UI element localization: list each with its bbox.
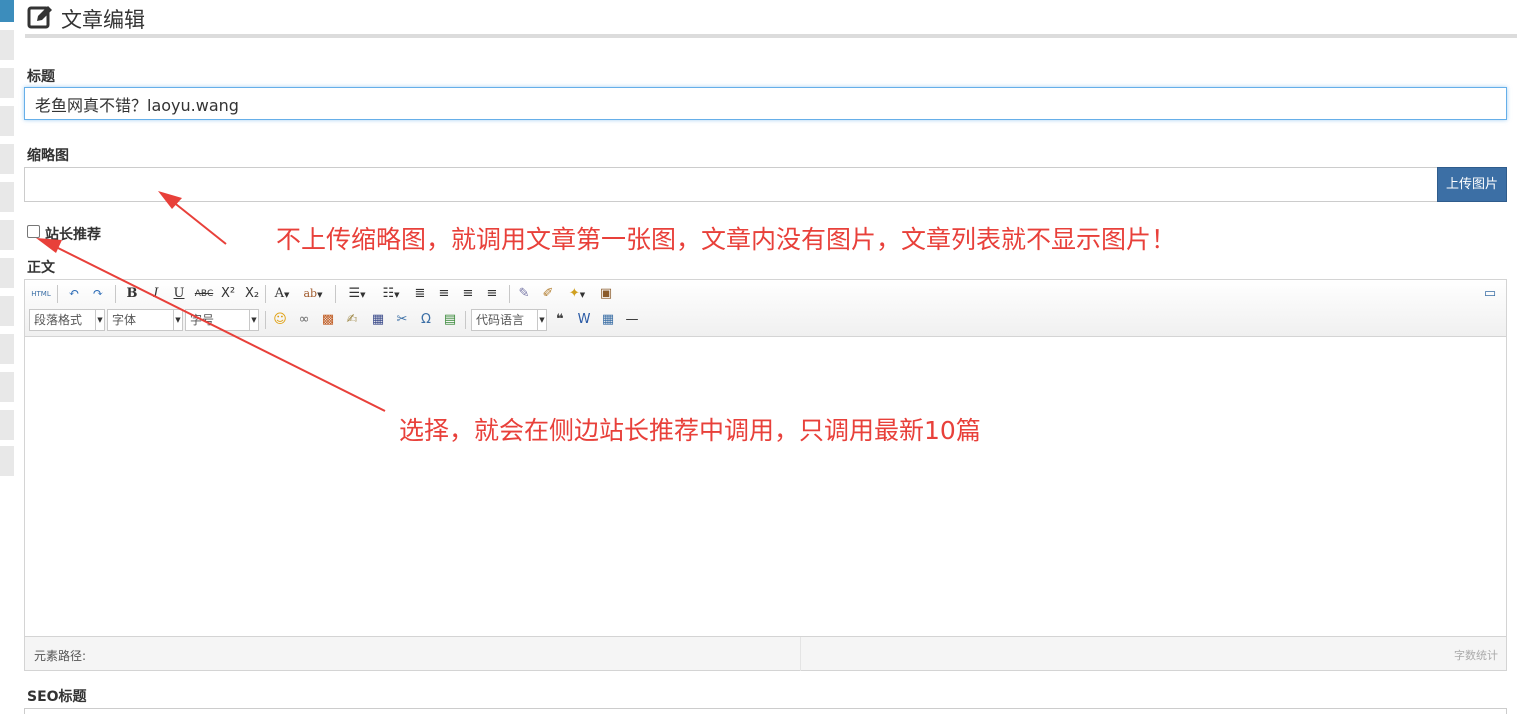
page-header: 文章编辑 (25, 0, 1517, 38)
font-family-value: 字体 (112, 313, 137, 327)
thumbnail-input[interactable] (24, 167, 1438, 202)
code-language-value: 代码语言 (476, 313, 525, 327)
page-title: 文章编辑 (61, 8, 145, 32)
toolbar-divider (265, 285, 266, 303)
editor-toolbar: HTML ↶ ↷ B I U ABC X² X₂ A▼ ab▼ ☰▼ ☷▼ ≣ … (25, 280, 1506, 337)
emoticon-icon[interactable]: ☺ (271, 310, 289, 330)
sidebar-item[interactable] (0, 30, 14, 60)
blockquote-icon[interactable]: ❝ (551, 310, 569, 330)
sidebar-item[interactable] (0, 446, 14, 476)
format-painter-icon[interactable]: ✐ (539, 284, 557, 304)
toolbar-divider (115, 285, 116, 303)
element-path-label: 元素路径: (34, 649, 87, 663)
sidebar-item[interactable] (0, 182, 14, 212)
sidebar-item[interactable] (0, 144, 14, 174)
paragraph-format-select[interactable]: 段落格式 ▼ (29, 309, 105, 331)
scrawl-icon[interactable]: ✍ (343, 310, 361, 330)
toolbar-divider (57, 285, 58, 303)
unordered-list-icon[interactable]: ☷▼ (377, 284, 405, 304)
toolbar-divider (509, 285, 510, 303)
chevron-down-icon: ▼ (95, 310, 104, 330)
template-icon[interactable]: ▤ (441, 310, 459, 330)
align-left-icon[interactable]: ≡ (435, 284, 453, 304)
body-label: 正文 (27, 260, 55, 276)
underline-icon[interactable]: U (170, 284, 188, 304)
undo-icon[interactable]: ↶ (65, 284, 83, 304)
redo-icon[interactable]: ↷ (89, 284, 107, 304)
background-color-icon[interactable]: ab▼ (299, 284, 327, 304)
chevron-down-icon: ▼ (249, 310, 258, 330)
superscript-icon[interactable]: X² (219, 284, 237, 304)
toolbar-divider (265, 311, 266, 329)
chevron-down-icon: ▼ (173, 310, 182, 330)
recommend-annotation: 选择，就会在侧边站长推荐中调用，只调用最新10篇 (399, 416, 981, 445)
recommend-checkbox[interactable] (27, 225, 40, 238)
upload-image-button[interactable]: 上传图片 (1437, 167, 1507, 202)
page: 文章编辑 标题 缩略图 上传图片 站长推荐 正文 HTML ↶ ↷ B I U … (0, 0, 1517, 714)
thumbnail-annotation: 不上传缩略图，就调用文章第一张图，文章内没有图片，文章列表就不显示图片！ (276, 225, 1177, 254)
align-right-icon[interactable]: ≡ (483, 284, 501, 304)
sidebar-item-active[interactable] (0, 0, 14, 22)
title-input[interactable] (24, 87, 1507, 120)
chevron-down-icon: ▼ (537, 310, 546, 330)
auto-format-icon[interactable]: ✦▼ (563, 284, 591, 304)
sidebar-item[interactable] (0, 220, 14, 250)
table-icon[interactable]: ▦ (599, 310, 617, 330)
font-family-select[interactable]: 字体 ▼ (107, 309, 183, 331)
word-count-label: 字数统计 (1454, 649, 1498, 662)
seo-title-input[interactable] (24, 708, 1507, 714)
insert-image-icon[interactable]: ▩ (319, 310, 337, 330)
thumb-arrow-line (171, 200, 227, 245)
font-size-select[interactable]: 字号 ▼ (185, 309, 259, 331)
source-html-button[interactable]: HTML (31, 284, 51, 304)
sidebar-item[interactable] (0, 372, 14, 402)
fullscreen-icon[interactable]: ▭ (1481, 284, 1499, 304)
italic-icon[interactable]: I (147, 284, 165, 304)
thumbnail-label: 缩略图 (27, 148, 69, 164)
edit-icon (27, 6, 52, 29)
editor-statusbar: 元素路径: 字数统计 (25, 636, 1506, 671)
editor-content-area[interactable] (25, 337, 1506, 637)
sidebar-item[interactable] (0, 68, 14, 98)
special-char-icon[interactable]: Ω (417, 310, 435, 330)
indent-icon[interactable]: ≣ (411, 284, 429, 304)
recommend-label: 站长推荐 (45, 227, 101, 243)
title-label: 标题 (27, 69, 55, 85)
attachment-icon[interactable]: ✂ (393, 310, 411, 330)
sidebar-strip (0, 0, 14, 714)
sidebar-item[interactable] (0, 258, 14, 288)
sidebar-item[interactable] (0, 410, 14, 440)
horizontal-rule-icon[interactable]: — (623, 310, 641, 330)
paragraph-format-value: 段落格式 (34, 313, 83, 327)
toolbar-row-1: HTML ↶ ↷ B I U ABC X² X₂ A▼ ab▼ ☰▼ ☷▼ ≣ … (25, 282, 1506, 306)
sidebar-item[interactable] (0, 106, 14, 136)
strikethrough-icon[interactable]: ABC (193, 284, 215, 304)
video-icon[interactable]: ▦ (369, 310, 387, 330)
sidebar-item[interactable] (0, 296, 14, 326)
toolbar-divider (335, 285, 336, 303)
seo-title-label: SEO标题 (27, 689, 87, 705)
paste-text-icon[interactable]: ▣ (597, 284, 615, 304)
statusbar-divider (800, 637, 801, 671)
subscript-icon[interactable]: X₂ (243, 284, 261, 304)
link-icon[interactable]: ∞ (295, 310, 313, 330)
font-size-value: 字号 (190, 313, 215, 327)
bold-icon[interactable]: B (123, 284, 141, 304)
toolbar-divider (465, 311, 466, 329)
font-color-icon[interactable]: A▼ (269, 284, 295, 304)
rich-text-editor: HTML ↶ ↷ B I U ABC X² X₂ A▼ ab▼ ☰▼ ☷▼ ≣ … (24, 279, 1507, 671)
word-image-icon[interactable]: W (575, 310, 593, 330)
toolbar-row-2: 段落格式 ▼ 字体 ▼ 字号 ▼ ☺ ∞ ▩ ✍ ▦ ✂ Ω ▤ 代码语言 ▼ ❝ W … (25, 308, 1506, 332)
sidebar-item[interactable] (0, 334, 14, 364)
align-center-icon[interactable]: ≡ (459, 284, 477, 304)
code-language-select[interactable]: 代码语言 ▼ (471, 309, 547, 331)
eraser-icon[interactable]: ✎ (515, 284, 533, 304)
ordered-list-icon[interactable]: ☰▼ (343, 284, 371, 304)
